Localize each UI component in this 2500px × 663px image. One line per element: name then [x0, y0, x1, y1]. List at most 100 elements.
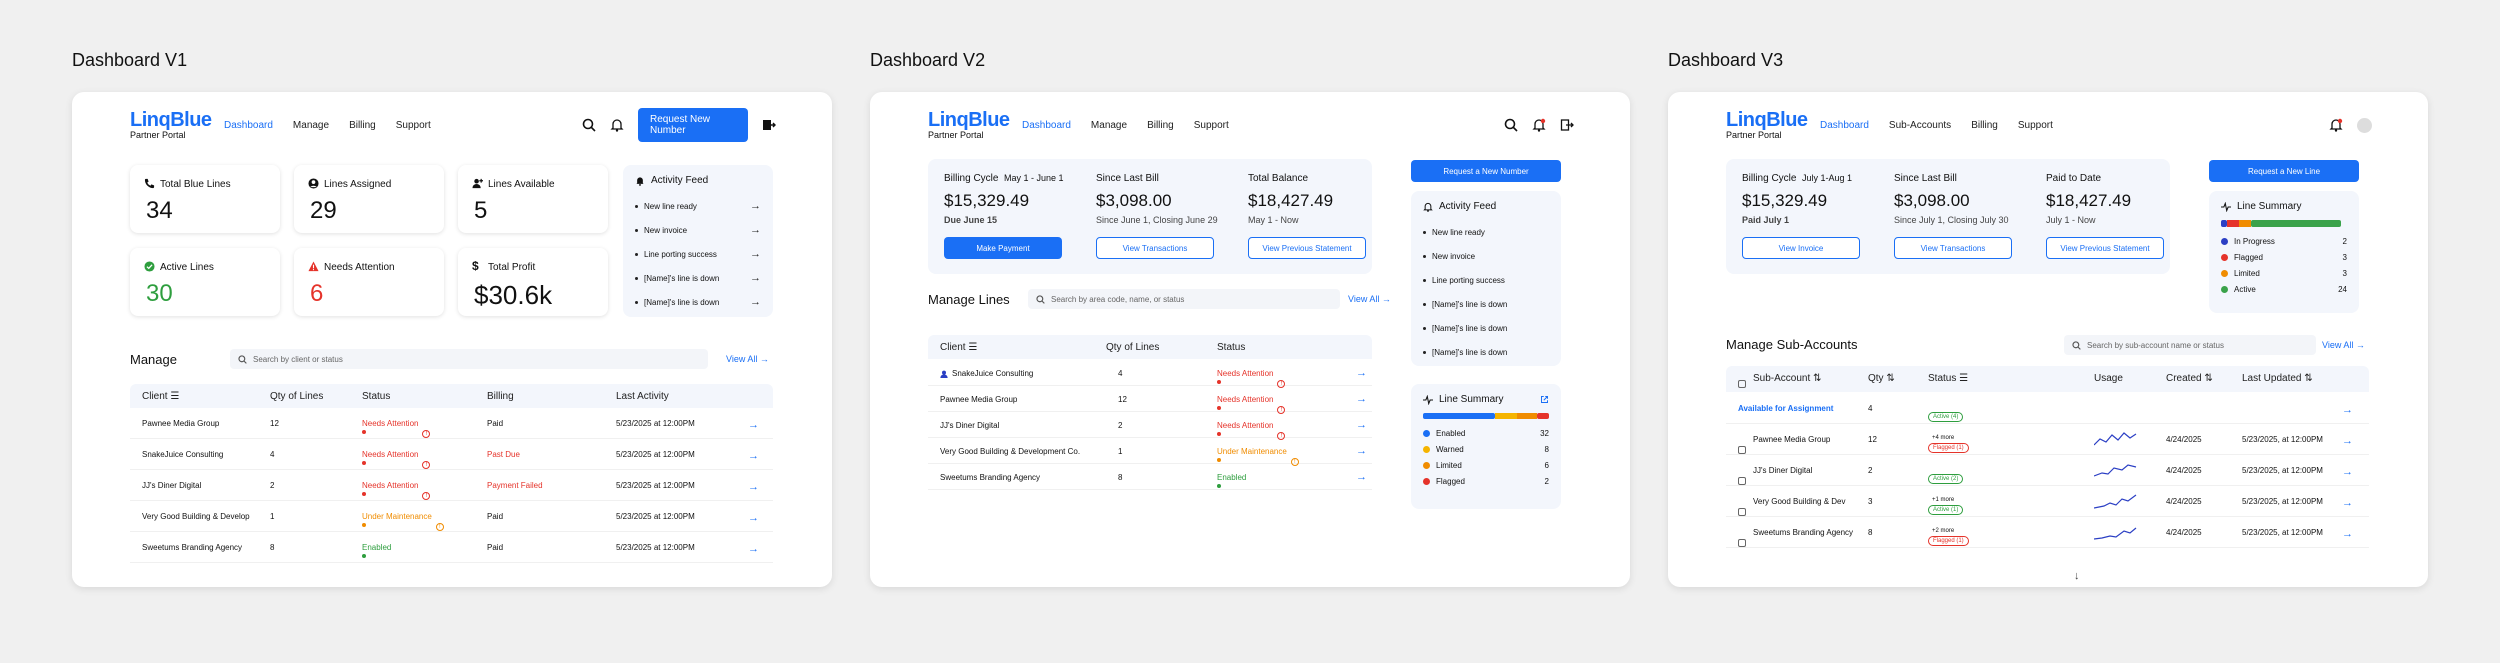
- stat-card-total-blue-lines[interactable]: Total Blue Lines 34: [130, 165, 280, 233]
- feed-item[interactable]: Line porting success →: [635, 242, 761, 266]
- nav-billing[interactable]: Billing: [1147, 120, 1174, 131]
- arrow-right-icon[interactable]: →: [2342, 404, 2353, 416]
- arrow-right-icon[interactable]: →: [2342, 435, 2353, 447]
- table-row[interactable]: SnakeJuice Consulting 4 Needs Attention! →: [928, 360, 1372, 388]
- column-status[interactable]: Status: [362, 391, 390, 402]
- bell-icon[interactable]: [610, 118, 624, 132]
- table-row[interactable]: JJ's Diner Digital 2 Active (2) 4/24/2025 5/…: [1726, 455, 2369, 486]
- column-client[interactable]: Client ☰: [142, 391, 179, 402]
- arrow-right-icon[interactable]: →: [750, 224, 761, 236]
- table-row[interactable]: Sweetums Branding Agency 8 Enabled →: [928, 464, 1372, 490]
- info-icon[interactable]: !: [422, 492, 431, 500]
- search-input[interactable]: Search by area code, name, or status: [1028, 289, 1340, 309]
- column-usage[interactable]: Usage: [2094, 373, 2123, 384]
- feed-item[interactable]: [Name]'s line is down: [1423, 292, 1549, 316]
- table-row[interactable]: Very Good Building & Develop 1 Under Maint…: [130, 501, 773, 532]
- table-row[interactable]: Pawnee Media Group 12 Needs Attention! Paid…: [130, 408, 773, 439]
- nav-support[interactable]: Support: [1194, 120, 1229, 131]
- logout-icon[interactable]: [762, 118, 776, 132]
- info-icon[interactable]: !: [435, 523, 444, 531]
- arrow-right-icon[interactable]: →: [748, 543, 759, 555]
- column-created[interactable]: Created ⇅: [2166, 373, 2213, 384]
- arrow-down-icon[interactable]: ↓: [2074, 570, 2080, 582]
- view-all-link[interactable]: View All →: [1348, 294, 1391, 304]
- column-qty[interactable]: Qty of Lines: [1106, 342, 1159, 353]
- view-all-link[interactable]: View All →: [726, 354, 769, 364]
- arrow-right-icon[interactable]: →: [1356, 393, 1367, 405]
- arrow-right-icon[interactable]: →: [750, 200, 761, 212]
- arrow-right-icon[interactable]: →: [2342, 466, 2353, 478]
- column-qty[interactable]: Qty of Lines: [270, 391, 323, 402]
- view-previous-statement-button[interactable]: View Previous Statement: [2046, 237, 2164, 259]
- avatar[interactable]: [2357, 117, 2372, 133]
- nav-manage[interactable]: Manage: [1091, 120, 1127, 131]
- logo[interactable]: LinqBlue Partner Portal: [1726, 110, 1808, 140]
- arrow-right-icon[interactable]: →: [1356, 445, 1367, 457]
- table-row[interactable]: JJ's Diner Digital 2 Needs Attention! Payme…: [130, 470, 773, 501]
- table-row-available[interactable]: Available for Assignment 4 Active (4) →: [1726, 393, 2369, 424]
- arrow-right-icon[interactable]: →: [748, 481, 759, 493]
- request-new-number-button[interactable]: Request a New Number: [1411, 160, 1561, 182]
- search-input[interactable]: Search by client or status: [230, 349, 708, 369]
- feed-item[interactable]: Line porting success: [1423, 268, 1549, 292]
- stat-card-active-lines[interactable]: Active Lines 30: [130, 248, 280, 316]
- feed-item[interactable]: New line ready: [1423, 220, 1549, 244]
- make-payment-button[interactable]: Make Payment: [944, 237, 1062, 259]
- arrow-right-icon[interactable]: →: [1356, 471, 1367, 483]
- table-row[interactable]: Sweetums Branding Agency 8 Flagged (1) +2 m…: [1726, 517, 2369, 548]
- info-icon[interactable]: !: [422, 430, 431, 438]
- feed-item[interactable]: New invoice →: [635, 218, 761, 242]
- table-row[interactable]: Very Good Building & Dev 3 Active (1) +1 mo…: [1726, 486, 2369, 517]
- feed-item[interactable]: [Name]'s line is down: [1423, 316, 1549, 340]
- view-all-link[interactable]: View All →: [2322, 340, 2365, 350]
- request-new-line-button[interactable]: Request a New Line: [2209, 160, 2359, 182]
- stat-card-needs-attention[interactable]: Needs Attention 6: [294, 248, 444, 316]
- logo[interactable]: LinqBlue Partner Portal: [928, 110, 1010, 140]
- arrow-right-icon[interactable]: →: [2342, 528, 2353, 540]
- arrow-right-icon[interactable]: →: [750, 272, 761, 284]
- logo[interactable]: LinqBlue Partner Portal: [130, 110, 212, 140]
- column-client[interactable]: Client ☰: [940, 342, 977, 353]
- search-input[interactable]: Search by sub-account name or status: [2064, 335, 2316, 355]
- column-billing[interactable]: Billing: [487, 391, 514, 402]
- table-row[interactable]: Very Good Building & Development Co. 1 Und…: [928, 438, 1372, 466]
- arrow-right-icon[interactable]: →: [748, 450, 759, 462]
- arrow-right-icon[interactable]: →: [750, 248, 761, 260]
- feed-item[interactable]: [Name]'s line is down →: [635, 290, 761, 314]
- column-status[interactable]: Status ☰: [1928, 373, 1968, 384]
- arrow-right-icon[interactable]: →: [750, 296, 761, 308]
- view-previous-statement-button[interactable]: View Previous Statement: [1248, 237, 1366, 259]
- nav-dashboard[interactable]: Dashboard: [224, 120, 273, 131]
- nav-manage[interactable]: Manage: [293, 120, 329, 131]
- request-new-number-button[interactable]: Request New Number: [638, 108, 748, 142]
- column-sub-account[interactable]: Sub-Account ⇅: [1753, 373, 1821, 384]
- feed-item[interactable]: [Name]'s line is down: [1423, 340, 1549, 364]
- table-row[interactable]: Sweetums Branding Agency 8 Enabled Paid 5/23…: [130, 532, 773, 563]
- arrow-right-icon[interactable]: →: [2342, 497, 2353, 509]
- search-icon[interactable]: [1504, 118, 1518, 132]
- arrow-right-icon[interactable]: →: [748, 512, 759, 524]
- view-transactions-button[interactable]: View Transactions: [1894, 237, 2012, 259]
- arrow-right-icon[interactable]: →: [1356, 367, 1367, 379]
- nav-billing[interactable]: Billing: [1971, 120, 1998, 131]
- arrow-right-icon[interactable]: →: [1356, 419, 1367, 431]
- column-status[interactable]: Status: [1217, 342, 1245, 353]
- view-invoice-button[interactable]: View Invoice: [1742, 237, 1860, 259]
- stat-card-lines-assigned[interactable]: Lines Assigned 29: [294, 165, 444, 233]
- arrow-right-icon[interactable]: →: [748, 419, 759, 431]
- table-row[interactable]: SnakeJuice Consulting 4 Needs Attention! Pa…: [130, 439, 773, 470]
- view-transactions-button[interactable]: View Transactions: [1096, 237, 1214, 259]
- nav-support[interactable]: Support: [396, 120, 431, 131]
- feed-item[interactable]: New line ready →: [635, 194, 761, 218]
- table-row[interactable]: Pawnee Media Group 12 Needs Attention! →: [928, 386, 1372, 414]
- bell-icon[interactable]: [2329, 118, 2343, 132]
- feed-item[interactable]: New invoice: [1423, 244, 1549, 268]
- stat-card-total-profit[interactable]: $ Total Profit $30.6k: [458, 248, 608, 316]
- table-row[interactable]: Pawnee Media Group 12 Flagged (1) +4 more 4/…: [1726, 424, 2369, 455]
- nav-billing[interactable]: Billing: [349, 120, 376, 131]
- stat-card-lines-available[interactable]: Lines Available 5: [458, 165, 608, 233]
- column-last-updated[interactable]: Last Updated ⇅: [2242, 373, 2313, 384]
- nav-sub-accounts[interactable]: Sub-Accounts: [1889, 120, 1951, 131]
- external-link-icon[interactable]: [1540, 395, 1549, 404]
- logout-icon[interactable]: [1560, 118, 1574, 132]
